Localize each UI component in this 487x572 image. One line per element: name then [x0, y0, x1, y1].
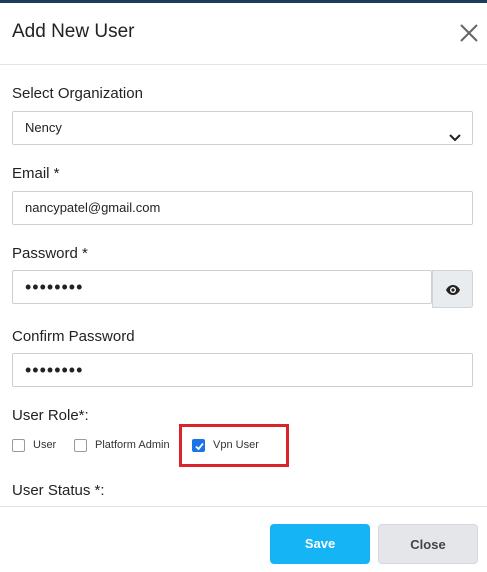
- password-masked-value: ••••••••: [25, 277, 84, 297]
- user-role-label: User Role*:: [12, 407, 89, 424]
- eye-icon: [446, 285, 460, 295]
- footer-divider: [0, 506, 487, 507]
- user-checkbox[interactable]: [12, 439, 25, 452]
- close-button[interactable]: Close: [378, 524, 478, 564]
- email-field[interactable]: nancypatel@gmail.com: [12, 191, 473, 225]
- confirm-password-field[interactable]: ••••••••: [12, 353, 473, 387]
- chevron-down-icon: [448, 123, 462, 142]
- email-label: Email *: [12, 165, 60, 182]
- password-field[interactable]: ••••••••: [12, 270, 432, 304]
- role-option-user[interactable]: User: [12, 437, 62, 457]
- user-status-label: User Status *:: [12, 482, 105, 499]
- confirm-password-label: Confirm Password: [12, 328, 135, 345]
- confirm-password-masked-value: ••••••••: [25, 360, 84, 380]
- organization-select[interactable]: Nency: [12, 111, 473, 145]
- close-x-icon[interactable]: [459, 23, 479, 43]
- role-label-platform-admin: Platform Admin: [95, 439, 170, 451]
- add-user-modal: Add New User Select Organization Nency E…: [0, 0, 487, 572]
- password-label: Password *: [12, 245, 88, 262]
- save-button[interactable]: Save: [270, 524, 370, 564]
- modal-header: Add New User: [0, 3, 487, 65]
- role-option-platform-admin[interactable]: Platform Admin: [74, 437, 184, 457]
- modal-title: Add New User: [12, 21, 135, 42]
- vpn-user-highlight-box: [179, 424, 289, 467]
- show-password-button[interactable]: [432, 270, 473, 308]
- organization-label: Select Organization: [12, 85, 143, 102]
- role-label-user: User: [33, 439, 57, 451]
- organization-value: Nency: [25, 120, 62, 135]
- platform-admin-checkbox[interactable]: [74, 439, 87, 452]
